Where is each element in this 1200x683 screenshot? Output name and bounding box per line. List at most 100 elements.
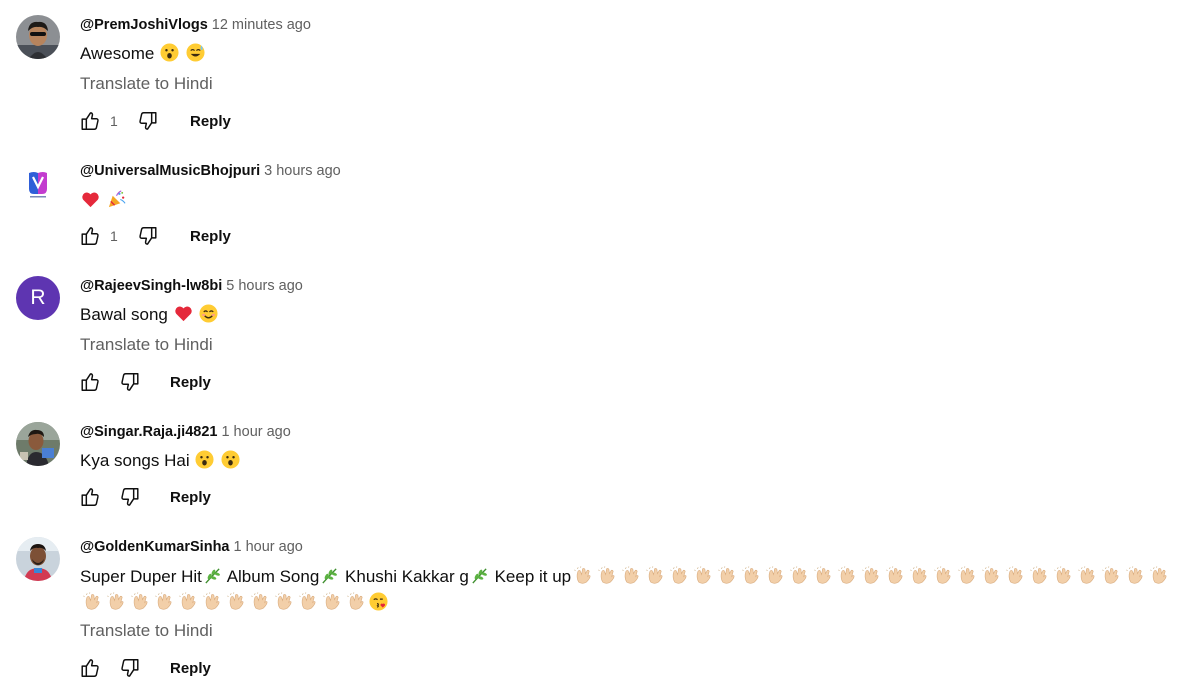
sweat-smile-face-icon — [186, 43, 205, 62]
clapping-hands-icon — [227, 592, 246, 611]
herb-icon — [320, 566, 339, 585]
clapping-hands-icon — [155, 592, 174, 611]
like-button[interactable] — [78, 485, 102, 509]
comment-toolbar: Reply — [78, 369, 211, 395]
clapping-hands-icon — [83, 592, 102, 611]
dislike-button[interactable] — [118, 485, 142, 509]
thumbs-down-icon — [119, 371, 141, 393]
avatar[interactable]: R — [16, 276, 60, 320]
thumbs-down-icon — [137, 225, 159, 247]
herb-icon — [203, 566, 222, 585]
clapping-hands-icon — [131, 592, 150, 611]
comment-toolbar: 1 Reply — [78, 108, 231, 134]
comment-toolbar: 1 Reply — [78, 223, 231, 249]
comment-text: Bawal song — [80, 302, 219, 328]
party-popper-icon — [107, 190, 126, 209]
clapping-hands-icon — [790, 566, 809, 585]
avatar[interactable] — [16, 537, 60, 581]
clapping-hands-icon — [179, 592, 198, 611]
thumbs-down-icon — [119, 657, 141, 679]
herb-icon — [470, 566, 489, 585]
thumbs-down-icon — [137, 110, 159, 132]
dislike-button[interactable] — [118, 370, 142, 394]
clapping-hands-icon — [766, 566, 785, 585]
like-button[interactable] — [78, 656, 102, 680]
comment-timestamp[interactable]: 12 minutes ago — [212, 17, 311, 33]
astonished-face-icon — [221, 450, 240, 469]
reply-button[interactable]: Reply — [170, 489, 211, 506]
clapping-hands-icon — [1126, 566, 1145, 585]
clapping-hands-icon — [598, 566, 617, 585]
clapping-hands-row — [80, 593, 368, 612]
comment-text — [80, 188, 127, 214]
comment-text-line-2 — [80, 590, 1171, 616]
clapping-hands-icon — [1102, 566, 1121, 585]
clapping-hands-icon — [1030, 566, 1049, 585]
translate-button[interactable]: Translate to Hindi — [80, 620, 213, 642]
clapping-hands-icon — [958, 566, 977, 585]
comment-text: Awesome — [80, 41, 206, 67]
comment-author[interactable]: @GoldenKumarSinha — [80, 539, 230, 555]
clapping-hands-icon — [910, 566, 929, 585]
clapping-hands-icon — [838, 566, 857, 585]
thumbs-up-icon — [79, 110, 101, 132]
comment-text-line-1: Super Duper Hit Album Song Khushi Kakkar… — [80, 564, 1171, 590]
clapping-hands-icon — [742, 566, 761, 585]
comment-timestamp[interactable]: 1 hour ago — [234, 539, 303, 555]
like-button[interactable] — [78, 109, 102, 133]
clapping-hands-icon — [934, 566, 953, 585]
comment-author[interactable]: @PremJoshiVlogs — [80, 17, 208, 33]
clapping-hands-icon — [107, 592, 126, 611]
thumbs-down-icon — [119, 486, 141, 508]
like-button[interactable] — [78, 224, 102, 248]
clapping-hands-row — [571, 567, 1171, 586]
comment-author[interactable]: @RajeevSingh-lw8bi — [80, 278, 222, 294]
thumbs-up-icon — [79, 657, 101, 679]
red-heart-icon — [174, 304, 193, 323]
translate-button[interactable]: Translate to Hindi — [80, 73, 213, 95]
avatar[interactable] — [16, 422, 60, 466]
smiling-face-icon — [199, 304, 218, 323]
comment-timestamp[interactable]: 5 hours ago — [226, 278, 303, 294]
face-blowing-kiss-icon — [369, 592, 388, 611]
thumbs-up-icon — [79, 371, 101, 393]
clapping-hands-icon — [982, 566, 1001, 585]
clapping-hands-icon — [1054, 566, 1073, 585]
comment-text: Super Duper Hit Album Song Khushi Kakkar… — [80, 564, 1171, 616]
avatar[interactable] — [16, 161, 60, 205]
clapping-hands-icon — [1150, 566, 1169, 585]
astonished-face-icon — [195, 450, 214, 469]
comment-timestamp[interactable]: 1 hour ago — [221, 424, 290, 440]
clapping-hands-icon — [1078, 566, 1097, 585]
dislike-button[interactable] — [136, 109, 160, 133]
clapping-hands-icon — [203, 592, 222, 611]
comment-author[interactable]: @UniversalMusicBhojpuri — [80, 163, 260, 179]
clapping-hands-icon — [347, 592, 366, 611]
clapping-hands-icon — [299, 592, 318, 611]
clapping-hands-icon — [862, 566, 881, 585]
like-count: 1 — [110, 228, 118, 244]
clapping-hands-icon — [275, 592, 294, 611]
clapping-hands-icon — [323, 592, 342, 611]
clapping-hands-icon — [251, 592, 270, 611]
reply-button[interactable]: Reply — [170, 660, 211, 677]
clapping-hands-icon — [1006, 566, 1025, 585]
dislike-button[interactable] — [118, 656, 142, 680]
comment-author[interactable]: @Singar.Raja.ji4821 — [80, 424, 217, 440]
reply-button[interactable]: Reply — [190, 228, 231, 245]
comment-timestamp[interactable]: 3 hours ago — [264, 163, 341, 179]
avatar[interactable] — [16, 15, 60, 59]
clapping-hands-icon — [814, 566, 833, 585]
clapping-hands-icon — [646, 566, 665, 585]
clapping-hands-icon — [670, 566, 689, 585]
reply-button[interactable]: Reply — [170, 374, 211, 391]
comment-toolbar: Reply — [78, 484, 211, 510]
translate-button[interactable]: Translate to Hindi — [80, 334, 213, 356]
dislike-button[interactable] — [136, 224, 160, 248]
clapping-hands-icon — [718, 566, 737, 585]
thumbs-up-icon — [79, 225, 101, 247]
clapping-hands-icon — [886, 566, 905, 585]
like-button[interactable] — [78, 370, 102, 394]
reply-button[interactable]: Reply — [190, 113, 231, 130]
clapping-hands-icon — [622, 566, 641, 585]
